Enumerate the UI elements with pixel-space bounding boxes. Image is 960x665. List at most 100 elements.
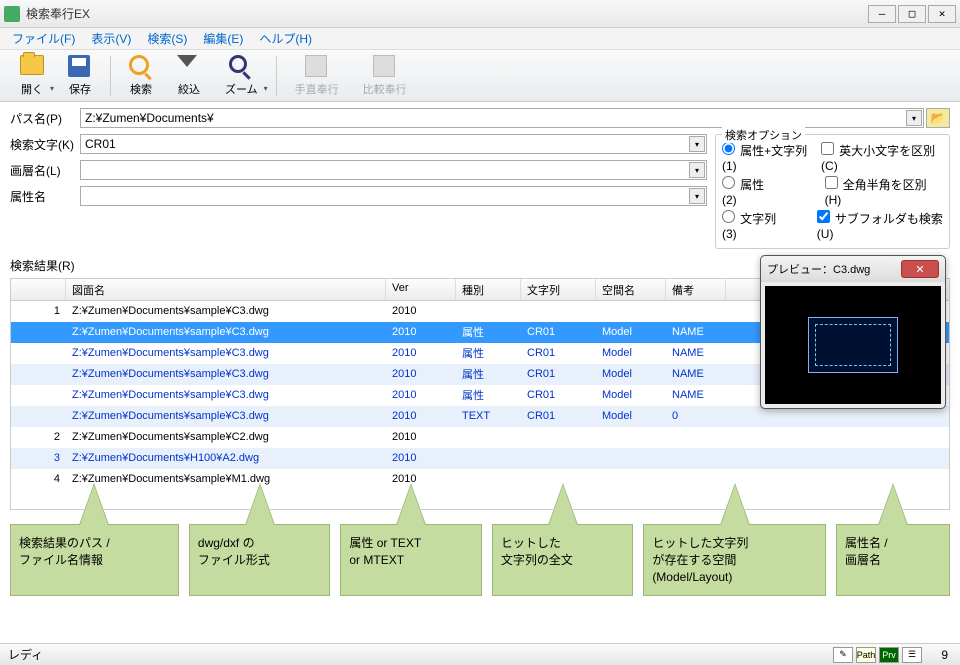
menu-edit[interactable]: 編集(E) — [195, 28, 251, 49]
title-bar: 検索奉行EX ― □ ✕ — [0, 0, 960, 28]
chk-case[interactable]: 英大小文字を区別(C) — [821, 142, 943, 173]
search-icon — [129, 55, 149, 75]
opt-attr[interactable]: 属性(2) — [722, 176, 779, 207]
menu-search[interactable]: 検索(S) — [139, 28, 195, 49]
chk-width[interactable]: 全角半角を区別(H) — [825, 176, 943, 207]
disabled-icon — [305, 55, 327, 77]
minimize-button[interactable]: ― — [868, 5, 896, 23]
col-number[interactable] — [11, 279, 66, 300]
cell: 2010 — [386, 366, 456, 382]
cell — [521, 309, 596, 313]
cell: NAME — [666, 324, 726, 340]
cell: 2010 — [386, 324, 456, 340]
status-prv-badge[interactable]: Prv — [879, 647, 899, 663]
layer-input[interactable] — [80, 160, 707, 180]
menu-view[interactable]: 表示(V) — [83, 28, 139, 49]
table-row[interactable]: Z:¥Zumen¥Documents¥sample¥C3.dwg2010TEXT… — [11, 406, 949, 427]
menu-help[interactable]: ヘルプ(H) — [251, 28, 320, 49]
filter-icon — [177, 55, 197, 75]
col-str[interactable]: 文字列 — [521, 279, 596, 300]
cell: 2010 — [386, 408, 456, 424]
opt-str[interactable]: 文字列(3) — [722, 210, 783, 241]
attr-input[interactable] — [80, 186, 707, 206]
cell: Z:¥Zumen¥Documents¥sample¥C3.dwg — [66, 324, 386, 340]
preview-titlebar[interactable]: プレビュー：C3.dwg ✕ — [761, 256, 945, 282]
toolbar-manual: 手直奉行 — [283, 52, 351, 100]
cell — [521, 456, 596, 460]
cell — [456, 309, 521, 313]
toolbar-separator — [276, 56, 277, 96]
status-count: 9 — [922, 648, 952, 662]
cell — [666, 309, 726, 313]
col-type[interactable]: 種別 — [456, 279, 521, 300]
cell: 2010 — [386, 387, 456, 403]
toolbar-search[interactable]: 検索 — [117, 52, 165, 100]
cell: CR01 — [521, 324, 596, 340]
attr-label: 属性名 — [10, 188, 80, 205]
callout-string: ヒットした文字列の全文 — [492, 524, 633, 596]
callout-path: 検索結果のパス /ファイル名情報 — [10, 524, 179, 596]
toolbar-filter[interactable]: 絞込 — [165, 52, 213, 100]
cell — [666, 435, 726, 439]
preview-close-button[interactable]: ✕ — [901, 260, 939, 278]
layer-label: 画層名(L) — [10, 162, 80, 179]
cell — [596, 309, 666, 313]
layer-dropdown-arrow[interactable]: ▾ — [689, 162, 705, 178]
toolbar-zoom[interactable]: ズーム ▾ — [213, 52, 270, 100]
cell — [11, 351, 66, 355]
chevron-down-icon[interactable]: ▾ — [50, 84, 54, 93]
cell: 属性 — [456, 364, 521, 384]
status-icon-1[interactable]: ✎ — [833, 647, 853, 663]
toolbar-save[interactable]: 保存 — [56, 52, 104, 100]
cell: 2010 — [386, 303, 456, 319]
cell: Model — [596, 345, 666, 361]
preview-window[interactable]: プレビュー：C3.dwg ✕ — [760, 255, 946, 409]
save-icon — [68, 55, 90, 77]
status-text: レディ — [8, 646, 830, 663]
callout-format: dwg/dxf のファイル形式 — [189, 524, 330, 596]
opt-attr-str[interactable]: 属性+文字列(1) — [722, 142, 815, 173]
col-remark[interactable]: 備考 — [666, 279, 726, 300]
cell: 1 — [11, 303, 66, 319]
status-path-badge[interactable]: Path — [856, 647, 876, 663]
cell — [596, 477, 666, 481]
cell: 属性 — [456, 343, 521, 363]
menu-file[interactable]: ファイル(F) — [4, 28, 83, 49]
cell — [11, 393, 66, 397]
options-title: 検索オプション — [722, 127, 805, 143]
keyword-dropdown-arrow[interactable]: ▾ — [689, 136, 705, 152]
cell: NAME — [666, 366, 726, 382]
cell: 2010 — [386, 429, 456, 445]
cell — [521, 477, 596, 481]
cell: 属性 — [456, 322, 521, 342]
path-label: パス名(P) — [10, 110, 80, 127]
cell: Model — [596, 324, 666, 340]
browse-folder-button[interactable]: 📂 — [926, 108, 950, 128]
maximize-button[interactable]: □ — [898, 5, 926, 23]
search-form: パス名(P) ▾ 📂 検索文字(K) ▾ 画層名(L) ▾ — [0, 102, 960, 255]
callouts: 検索結果のパス /ファイル名情報 dwg/dxf のファイル形式 属性 or T… — [10, 524, 950, 596]
toolbar: 開く ▾ 保存 検索 絞込 ズーム ▾ 手直奉行 比較奉行 — [0, 50, 960, 102]
col-ver[interactable]: Ver — [386, 279, 456, 300]
attr-dropdown-arrow[interactable]: ▾ — [689, 188, 705, 204]
cell: Model — [596, 408, 666, 424]
keyword-input[interactable] — [80, 134, 707, 154]
toolbar-open[interactable]: 開く ▾ — [8, 52, 56, 100]
folder-open-icon — [20, 55, 44, 75]
status-icon-4[interactable]: ☰ — [902, 647, 922, 663]
path-input[interactable] — [80, 108, 924, 128]
table-row[interactable]: 4Z:¥Zumen¥Documents¥sample¥M1.dwg2010 — [11, 469, 949, 490]
table-row[interactable]: 3Z:¥Zumen¥Documents¥H100¥A2.dwg2010 — [11, 448, 949, 469]
cell: Z:¥Zumen¥Documents¥sample¥C3.dwg — [66, 345, 386, 361]
col-space[interactable]: 空間名 — [596, 279, 666, 300]
table-row[interactable]: 2Z:¥Zumen¥Documents¥sample¥C2.dwg2010 — [11, 427, 949, 448]
col-name[interactable]: 図面名 — [66, 279, 386, 300]
cell: 2010 — [386, 345, 456, 361]
chevron-down-icon[interactable]: ▾ — [264, 84, 268, 93]
cell — [456, 456, 521, 460]
path-dropdown-arrow[interactable]: ▾ — [906, 110, 922, 126]
close-button[interactable]: ✕ — [928, 5, 956, 23]
app-icon — [4, 6, 20, 22]
chk-subfolder[interactable]: サブフォルダも検索(U) — [817, 210, 943, 241]
cell: Z:¥Zumen¥Documents¥sample¥C3.dwg — [66, 366, 386, 382]
